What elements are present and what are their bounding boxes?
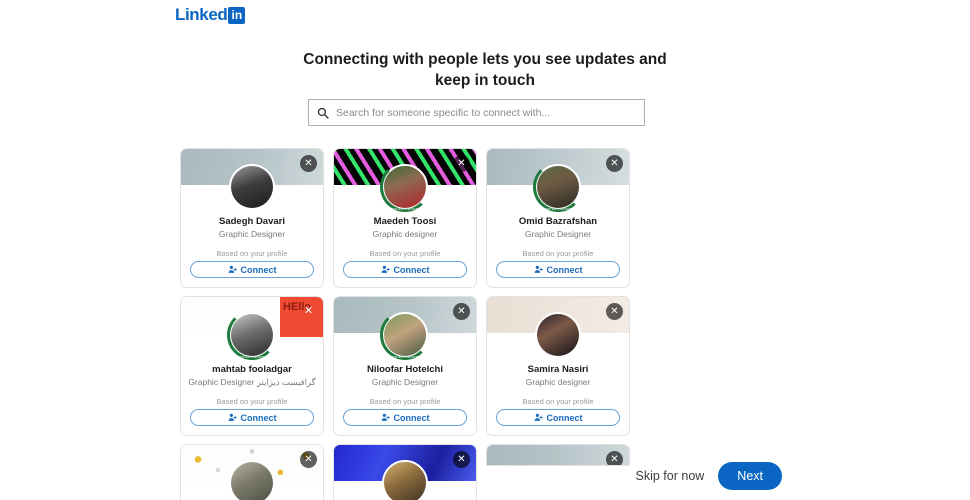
person-card[interactable]: ✕baran IranmaneshGraphic DesignerBased o… xyxy=(180,444,324,500)
person-name: Maedeh Toosi xyxy=(373,216,437,227)
recommendation-reason: Based on your profile xyxy=(369,397,441,407)
person-add-icon xyxy=(534,265,543,273)
onboarding-page: Linked in Connecting with people lets yo… xyxy=(0,0,970,500)
avatar[interactable] xyxy=(380,162,430,212)
dismiss-card-button[interactable]: ✕ xyxy=(453,155,470,172)
open-to-work-ring xyxy=(533,162,583,212)
linkedin-logo[interactable]: Linked in xyxy=(175,5,246,25)
connect-button[interactable]: Connect xyxy=(190,409,314,426)
connect-button-label: Connect xyxy=(546,412,583,423)
person-headline: Graphic Designer xyxy=(218,229,286,240)
person-headline: Graphic designer xyxy=(372,229,438,240)
dismiss-card-button[interactable]: ✕ xyxy=(606,451,623,465)
open-to-work-ring xyxy=(380,310,430,360)
person-card[interactable]: ✕Amir BaghshahyBack End DeveloperBazarga… xyxy=(333,444,477,500)
person-add-icon xyxy=(228,265,237,273)
dismiss-card-button[interactable]: ✕ xyxy=(300,155,317,172)
page-title: Connecting with people lets you see upda… xyxy=(303,51,667,89)
connect-button-label: Connect xyxy=(240,412,277,423)
recommendation-reason: Based on your profile xyxy=(216,249,288,259)
avatar-photo xyxy=(231,462,273,500)
dismiss-card-button[interactable]: ✕ xyxy=(300,451,317,468)
search-input[interactable] xyxy=(336,106,636,119)
recommendation-reason: Based on your profile xyxy=(522,249,594,259)
person-headline: Graphic Designer xyxy=(371,377,439,388)
recommendation-reason: Based on your profile xyxy=(522,397,594,407)
avatar-image xyxy=(229,164,275,210)
open-to-work-ring xyxy=(227,310,277,360)
footer-actions: Skip for now Next xyxy=(636,462,782,490)
person-add-icon xyxy=(381,413,390,421)
person-name: Sadegh Davari xyxy=(219,216,285,227)
connect-button-label: Connect xyxy=(393,412,430,423)
recommendation-reason: Based on your profile xyxy=(369,249,441,259)
person-card[interactable]: ✕ Samira Nasiri Graphic designer Based on y… xyxy=(486,296,630,436)
person-name: mahtab fooladgar xyxy=(212,364,292,375)
person-card[interactable]: ✕ xyxy=(486,444,630,466)
connect-button-label: Connect xyxy=(393,264,430,275)
avatar-image xyxy=(535,312,581,358)
person-name: Samira Nasiri xyxy=(527,364,589,375)
person-add-icon xyxy=(381,265,390,273)
avatar-photo xyxy=(537,314,579,356)
connect-button[interactable]: Connect xyxy=(343,261,467,278)
avatar[interactable] xyxy=(382,460,428,500)
person-card[interactable]: ✕ Sadegh Davari Graphic Designer Based on y… xyxy=(180,148,324,288)
people-grid: ✕ Sadegh Davari Graphic Designer Based on y… xyxy=(180,148,780,500)
connect-button[interactable]: Connect xyxy=(496,409,620,426)
search-icon xyxy=(317,107,329,119)
search-bar[interactable] xyxy=(308,99,645,126)
logo-in-badge: in xyxy=(228,6,246,24)
person-headline: Graphic designer xyxy=(525,377,591,388)
dismiss-card-button[interactable]: ✕ xyxy=(453,451,470,468)
person-card[interactable]: ✕ Maedeh Toosi Graphic designer Based on yo… xyxy=(333,148,477,288)
open-to-work-ring xyxy=(380,162,430,212)
person-headline: Graphic Designer xyxy=(524,229,592,240)
dismiss-card-button[interactable]: ✕ xyxy=(606,155,623,172)
next-button[interactable]: Next xyxy=(718,462,782,490)
person-name: Omid Bazrafshan xyxy=(518,216,598,227)
person-add-icon xyxy=(228,413,237,421)
logo-wordmark: Linked xyxy=(175,5,228,24)
skip-for-now-button[interactable]: Skip for now xyxy=(636,469,705,483)
connect-button-label: Connect xyxy=(240,264,277,275)
person-headline: Graphic Designer گرافیست دیزاینر xyxy=(188,377,316,388)
avatar-photo xyxy=(384,462,426,500)
recommendation-reason: Based on your profile xyxy=(216,397,288,407)
connect-button[interactable]: Connect xyxy=(343,409,467,426)
avatar[interactable] xyxy=(535,312,581,358)
person-card[interactable]: ✕ Omid Bazrafshan Graphic Designer Based on… xyxy=(486,148,630,288)
avatar[interactable] xyxy=(229,460,275,500)
avatar-photo xyxy=(231,166,273,208)
person-add-icon xyxy=(534,413,543,421)
connect-button[interactable]: Connect xyxy=(190,261,314,278)
person-card[interactable]: HEllo✕mahtab fooladgarGraphic Designer گ… xyxy=(180,296,324,436)
dismiss-card-button[interactable]: ✕ xyxy=(606,303,623,320)
connect-button[interactable]: Connect xyxy=(496,261,620,278)
dismiss-card-button[interactable]: ✕ xyxy=(300,303,317,320)
avatar[interactable] xyxy=(380,310,430,360)
avatar-image xyxy=(382,460,428,500)
dismiss-card-button[interactable]: ✕ xyxy=(453,303,470,320)
avatar-image xyxy=(229,460,275,500)
person-card[interactable]: ✕ Niloofar Hotelchi Graphic Designer Based … xyxy=(333,296,477,436)
person-name: Niloofar Hotelchi xyxy=(366,364,443,375)
avatar[interactable] xyxy=(229,164,275,210)
connect-button-label: Connect xyxy=(546,264,583,275)
avatar[interactable] xyxy=(533,162,583,212)
avatar[interactable] xyxy=(227,310,277,360)
